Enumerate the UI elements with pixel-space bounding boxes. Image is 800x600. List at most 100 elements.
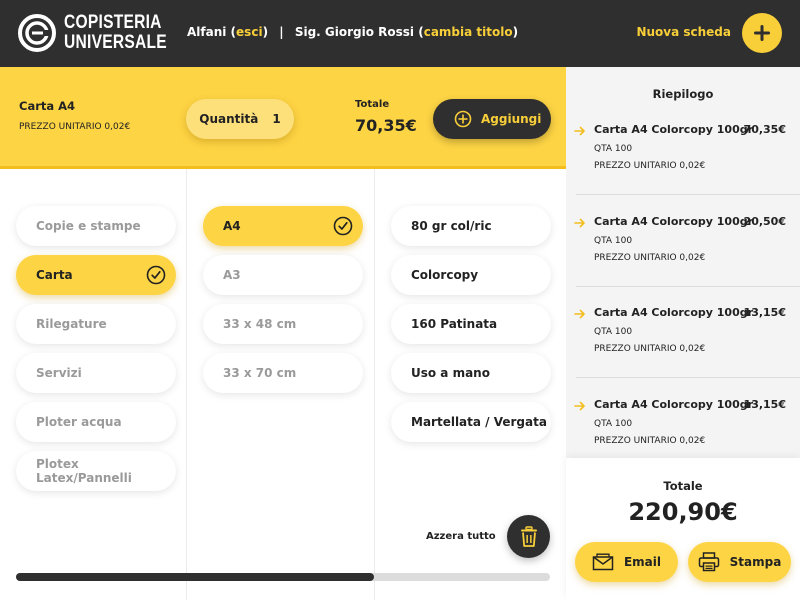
type-label: 160 Patinata (411, 317, 498, 331)
arrow-right-icon (574, 309, 585, 319)
category-plotex-latex[interactable]: Plotex Latex/Pannelli (16, 451, 176, 491)
summary-item-name: Carta A4 Colorcopy 100gr (594, 123, 754, 136)
summary-item[interactable]: Carta A4 Colorcopy 100gr 13,15€ QTA 100 … (566, 306, 800, 397)
new-tab-label[interactable]: Nuova scheda (636, 25, 731, 39)
type-uso-a-mano[interactable]: Uso a mano (391, 353, 551, 393)
format-label: A3 (223, 268, 241, 282)
type-label: Martellata / Vergata (411, 415, 547, 429)
email-label: Email (623, 555, 662, 569)
trash-icon (520, 525, 537, 547)
separator: | (279, 25, 284, 39)
check-circle-icon (146, 265, 166, 285)
type-label: Colorcopy (411, 268, 479, 282)
summary-item-unit-price: PREZZO UNITARIO 0,02€ (594, 253, 706, 263)
print-button[interactable]: Stampa (688, 542, 791, 582)
format-33x48[interactable]: 33 x 48 cm (203, 304, 363, 344)
session-info: Alfani (esci) | Sig. Giorgio Rossi (camb… (187, 25, 519, 39)
product-bar: Carta A4 PREZZO UNITARIO 0,02€ Quantità … (0, 67, 566, 169)
summary-divider (576, 286, 800, 287)
quantity-value: 1 (272, 112, 281, 126)
add-label: Aggiungi (481, 112, 542, 126)
summary-item[interactable]: Carta A4 Colorcopy 100gr 20,50€ QTA 100 … (566, 215, 800, 306)
top-bar: COPISTERIA UNIVERSALE Alfani (esci) | Si… (0, 0, 800, 67)
column-divider (374, 169, 375, 600)
summary-item[interactable]: Carta A4 Colorcopy 100gr 70,35€ QTA 100 … (566, 123, 800, 214)
category-rilegature[interactable]: Rilegature (16, 304, 176, 344)
category-carta[interactable]: Carta (16, 255, 176, 295)
order-total-value: 220,90€ (628, 498, 738, 526)
printer-icon (698, 552, 719, 572)
category-label: Servizi (36, 366, 82, 380)
type-colorcopy[interactable]: Colorcopy (391, 255, 551, 295)
logo-wordmark: COPISTERIA UNIVERSALE (64, 13, 167, 53)
category-copie-stampe[interactable]: Copie e stampe (16, 206, 176, 246)
scrollbar-thumb[interactable] (16, 573, 374, 581)
quantity-label: Quantità (199, 112, 259, 126)
type-martellata[interactable]: Martellata / Vergata (391, 402, 551, 442)
format-label: 33 x 48 cm (223, 317, 297, 331)
format-33x70[interactable]: 33 x 70 cm (203, 353, 363, 393)
category-label: Carta (36, 268, 73, 282)
category-label: Rilegature (36, 317, 107, 331)
order-total-label: Totale (663, 479, 703, 493)
category-servizi[interactable]: Servizi (16, 353, 176, 393)
arrow-right-icon (574, 401, 585, 411)
logout-link[interactable]: esci (236, 25, 263, 39)
arrow-right-icon (574, 126, 585, 136)
type-80gr[interactable]: 80 gr col/ric (391, 206, 551, 246)
summary-title: Riepilogo (652, 87, 714, 101)
new-tab-button[interactable] (742, 13, 782, 53)
category-label: Plotex Latex/Pannelli (36, 457, 132, 485)
summary-item-name: Carta A4 Colorcopy 100gr (594, 398, 754, 411)
check-circle-icon (333, 216, 353, 236)
quantity-button[interactable]: Quantità 1 (186, 99, 294, 139)
summary-item-qty: QTA 100 (594, 144, 633, 154)
arrow-right-icon (574, 218, 585, 228)
summary-item-qty: QTA 100 (594, 419, 633, 429)
customer-name: Sig. Giorgio Rossi (294, 25, 415, 39)
type-160-patinata[interactable]: 160 Patinata (391, 304, 551, 344)
reset-all-label[interactable]: Azzera tutto (426, 531, 496, 542)
order-total-box: Totale 220,90€ Email Stampa (566, 458, 800, 600)
horizontal-scrollbar[interactable] (16, 573, 550, 581)
operator-name: Alfani (187, 25, 227, 39)
category-label: Copie e stampe (36, 219, 141, 233)
product-name: Carta A4 (19, 99, 76, 113)
product-total-value: 70,35€ (355, 116, 417, 135)
summary-divider (576, 377, 800, 378)
product-unit-price: PREZZO UNITARIO 0,02€ (19, 122, 131, 132)
type-label: 80 gr col/ric (411, 219, 492, 233)
print-label: Stampa (729, 555, 782, 569)
summary-item-qty: QTA 100 (594, 327, 633, 337)
summary-item-price: 13,15€ (743, 306, 786, 319)
plus-icon (754, 25, 770, 41)
product-total-label: Totale (355, 99, 390, 110)
summary-item-unit-price: PREZZO UNITARIO 0,02€ (594, 161, 706, 171)
summary-item-name: Carta A4 Colorcopy 100gr (594, 215, 754, 228)
email-button[interactable]: Email (575, 542, 678, 582)
change-title-link[interactable]: cambia titolo (424, 25, 513, 39)
type-label: Uso a mano (411, 366, 490, 380)
summary-item-price: 13,15€ (743, 398, 786, 411)
add-button[interactable]: Aggiungi (433, 99, 551, 139)
format-a3[interactable]: A3 (203, 255, 363, 295)
summary-item-price: 20,50€ (743, 215, 786, 228)
envelope-icon (592, 553, 614, 571)
format-label: A4 (223, 219, 241, 233)
summary-item-unit-price: PREZZO UNITARIO 0,02€ (594, 344, 706, 354)
logo-icon (18, 14, 56, 52)
summary-item-qty: QTA 100 (594, 236, 633, 246)
category-label: Ploter acqua (36, 415, 122, 429)
column-divider (186, 169, 187, 600)
format-label: 33 x 70 cm (223, 366, 297, 380)
logo-line-2: UNIVERSALE (64, 32, 167, 53)
reset-all-button[interactable] (507, 515, 550, 558)
category-ploter-acqua[interactable]: Ploter acqua (16, 402, 176, 442)
summary-divider (576, 194, 800, 195)
plus-circle-icon (454, 110, 472, 128)
format-a4[interactable]: A4 (203, 206, 363, 246)
logo-line-1: COPISTERIA (64, 12, 162, 33)
summary-item-name: Carta A4 Colorcopy 100gr (594, 306, 754, 319)
summary-item-unit-price: PREZZO UNITARIO 0,02€ (594, 436, 706, 446)
summary-item-price: 70,35€ (743, 123, 786, 136)
